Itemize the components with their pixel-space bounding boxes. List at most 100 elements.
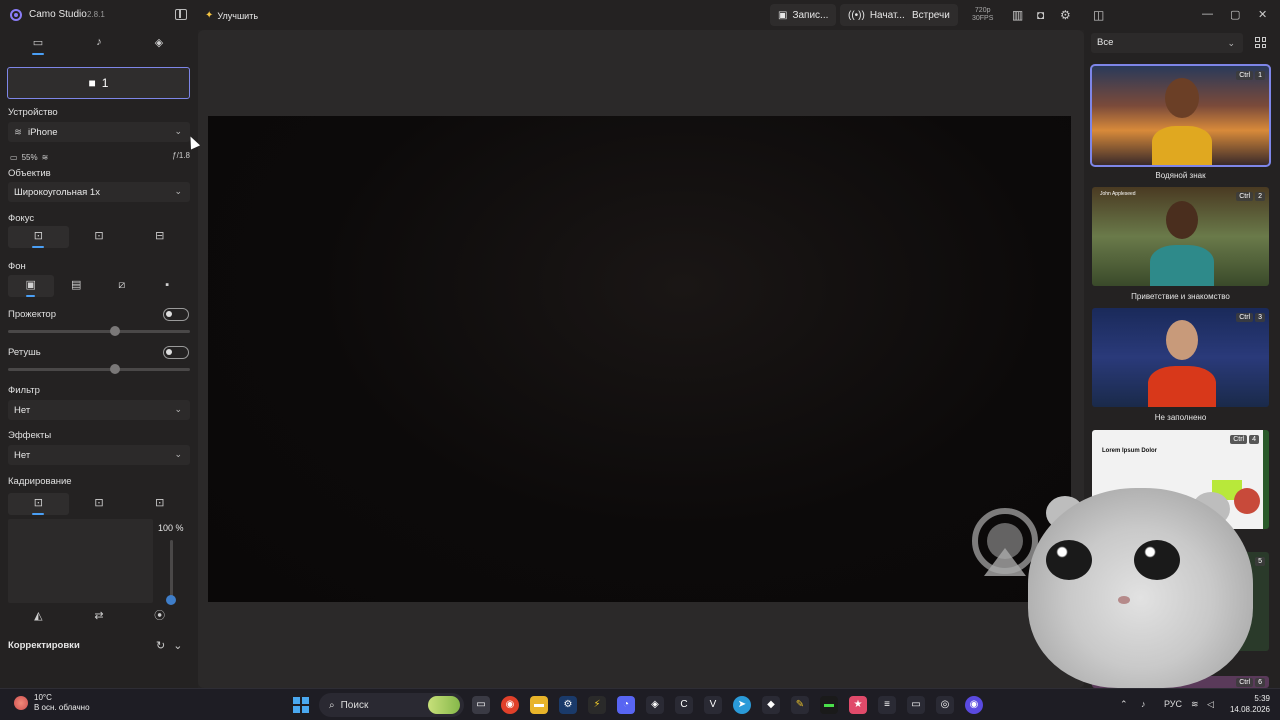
search-icon: ⌕ — [329, 699, 335, 711]
task-view-icon[interactable]: ▭ — [472, 696, 490, 714]
go-live-button[interactable]: ((•)) Начат... — [840, 4, 913, 26]
crop-center-icon[interactable]: ⊡ — [69, 493, 130, 515]
tab-layers-icon[interactable]: ◈ — [149, 36, 169, 50]
maximize-icon[interactable]: ▢ — [1230, 8, 1240, 21]
notifications-icon[interactable]: ◘ — [1037, 8, 1044, 22]
app-icon[interactable]: ★ — [849, 696, 867, 714]
scene-filter-dropdown[interactable]: Все ⌄ — [1091, 33, 1243, 53]
crop-auto-icon[interactable]: ⊡ — [8, 493, 69, 515]
weather-description: В осн. облачно — [34, 703, 90, 712]
volume-icon[interactable]: ◁ — [1207, 699, 1214, 710]
focus-auto-icon[interactable]: ⊡ — [8, 226, 69, 248]
discord-icon[interactable]: ◔ — [617, 696, 635, 714]
reset-icon[interactable]: ↻ — [156, 639, 165, 652]
retouch-toggle[interactable] — [163, 346, 189, 359]
background-blur-icon[interactable]: ▤ — [54, 275, 100, 297]
right-panel-toggle-icon[interactable]: ◫ — [1093, 8, 1104, 22]
enhance-button[interactable]: ✦ Улучшить — [205, 10, 258, 21]
background-remove-icon[interactable]: ⧄ — [99, 275, 145, 297]
aperture-value: ƒ/1.8 — [172, 151, 190, 160]
app-icon[interactable]: ◈ — [646, 696, 664, 714]
rotate-icon[interactable]: ⇄ — [69, 606, 130, 628]
thunder-app-icon[interactable]: ⚡ — [588, 696, 606, 714]
presenter-figure — [1166, 320, 1198, 360]
corrections-label[interactable]: Корректировки — [8, 640, 80, 651]
layout-icon[interactable]: ▥ — [1012, 8, 1023, 22]
resolution-value: 720p — [974, 7, 991, 14]
sidebar-toggle-icon[interactable] — [175, 9, 187, 20]
go-live-label: Начат... — [869, 9, 905, 21]
lens-dropdown[interactable]: Широкоугольная 1x ⌄ — [8, 182, 190, 202]
crop-mode-selector: ⊡ ⊡ ⊡ — [8, 493, 190, 515]
video-preview[interactable] — [208, 116, 1071, 602]
output-format[interactable]: 720p 30FPS — [972, 7, 993, 23]
hamster-webcam-overlay — [1018, 478, 1258, 688]
app-icon[interactable]: ≡ — [878, 696, 896, 714]
terminal-icon[interactable]: ▬ — [820, 696, 838, 714]
file-explorer-icon[interactable]: ▬ — [530, 696, 548, 714]
system-clock[interactable]: 5:39 14.08.2026 — [1226, 693, 1270, 715]
scene-card[interactable]: Ctrl 3 — [1092, 308, 1269, 407]
wifi-icon[interactable]: ≋ — [1191, 699, 1199, 710]
effects-dropdown[interactable]: Нет ⌄ — [8, 445, 190, 465]
stabilize-icon[interactable]: ⦿ — [129, 606, 190, 628]
hotkey-badge: Ctrl 2 — [1236, 192, 1265, 201]
close-icon[interactable]: ✕ — [1258, 8, 1267, 21]
presenter-figure — [1165, 78, 1199, 118]
chevron-down-icon: ⌄ — [174, 449, 182, 459]
tab-audio-icon[interactable]: ♪ — [89, 36, 109, 50]
microphone-icon[interactable]: ♪ — [1141, 699, 1146, 709]
device-label: Устройство — [8, 107, 58, 118]
focus-manual-icon[interactable]: ⊟ — [129, 226, 190, 248]
obs-icon[interactable]: ◎ — [936, 696, 954, 714]
focus-face-icon[interactable]: ⊡ — [69, 226, 130, 248]
record-button[interactable]: ▣ Запис... — [770, 4, 837, 26]
background-none-icon[interactable]: ▣ — [8, 275, 54, 297]
vim-icon[interactable]: V — [704, 696, 722, 714]
grid-view-icon[interactable] — [1255, 37, 1266, 48]
app-icon[interactable]: ◆ — [762, 696, 780, 714]
camera-selector[interactable]: ■ 1 — [7, 67, 190, 99]
enhance-label: Улучшить — [217, 10, 259, 21]
meetings-label: Встречи — [912, 9, 950, 21]
filter-dropdown[interactable]: Нет ⌄ — [8, 400, 190, 420]
scene-label: Не заполнено — [1154, 413, 1207, 422]
spotlight-toggle[interactable] — [163, 308, 189, 321]
show-hidden-icons-icon[interactable]: ⌃ — [1120, 699, 1128, 710]
zoom-slider[interactable] — [166, 540, 176, 605]
settings-gear-icon[interactable]: ⚙ — [1060, 8, 1071, 22]
weather-widget[interactable]: 10°C В осн. облачно — [14, 693, 90, 713]
retouch-slider-thumb[interactable] — [110, 364, 121, 374]
tab-video-icon[interactable]: ▭ — [28, 36, 48, 55]
language-indicator[interactable]: РУС — [1164, 699, 1182, 709]
device-dropdown[interactable]: ≋ iPhone ⌄ — [8, 122, 190, 142]
corrections-controls: ↻ ⌄ — [156, 639, 182, 652]
effects-value: Нет — [14, 449, 31, 461]
minimize-icon[interactable]: — — [1202, 8, 1213, 20]
presenter-figure — [1150, 245, 1214, 286]
retouch-slider[interactable] — [8, 364, 190, 374]
camo-icon[interactable]: ◉ — [965, 696, 983, 714]
background-replace-icon[interactable]: ▪ — [145, 275, 191, 297]
meetings-button[interactable]: Встречи — [904, 4, 958, 26]
mirror-icon[interactable]: ◭ — [8, 606, 69, 628]
taskbar-search[interactable]: ⌕ Поиск — [319, 693, 464, 717]
spotlight-slider[interactable] — [8, 326, 190, 336]
telegram-icon[interactable]: ➤ — [733, 696, 751, 714]
chrome-icon[interactable]: ◉ — [501, 696, 519, 714]
spotlight-slider-thumb[interactable] — [110, 326, 121, 336]
app-icon[interactable]: ▭ — [907, 696, 925, 714]
ccleaner-icon[interactable]: C — [675, 696, 693, 714]
windows-start-icon[interactable] — [293, 697, 309, 713]
filter-label: Фильтр — [8, 385, 40, 396]
crop-manual-icon[interactable]: ⊡ — [129, 493, 190, 515]
chevron-down-icon[interactable]: ⌄ — [173, 639, 182, 652]
filter-value: Нет — [14, 404, 31, 416]
scene-card[interactable]: John Appleseed Ctrl 2 — [1092, 187, 1269, 286]
crop-preview[interactable] — [8, 519, 153, 603]
hamster-nose — [1118, 596, 1130, 604]
sidebar-tabs: ▭ ♪ ◈ — [0, 30, 198, 56]
steam-icon[interactable]: ⚙ — [559, 696, 577, 714]
scene-card[interactable]: Ctrl 1 — [1090, 64, 1271, 167]
app-icon[interactable]: ✎ — [791, 696, 809, 714]
